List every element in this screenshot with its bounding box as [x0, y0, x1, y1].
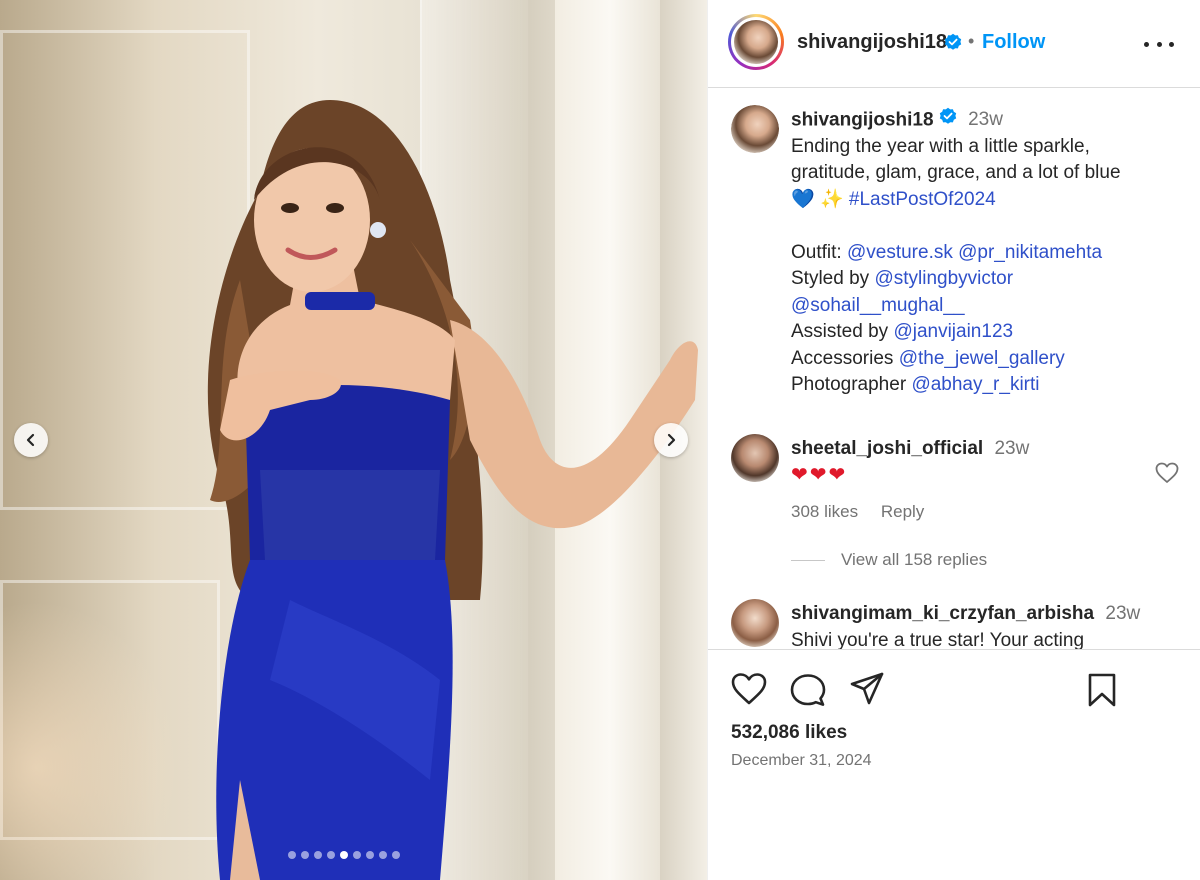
post-actions: 532,086 likes December 31, 2024 — [708, 649, 1200, 880]
carousel-dot — [327, 851, 335, 859]
comment-time: 23w — [994, 438, 1030, 459]
carousel-dot — [379, 851, 387, 859]
post-media[interactable] — [0, 0, 707, 880]
comment-like-heart-icon[interactable] — [1155, 462, 1179, 489]
caption-line: gratitude, glam, grace, and a lot of blu… — [791, 162, 1121, 184]
header-separator: • — [968, 31, 975, 51]
header-username[interactable]: shivangijoshi18 — [797, 31, 947, 54]
more-options-icon[interactable] — [1144, 32, 1174, 56]
caption: shivangijoshi18 23w Ending the year with… — [791, 107, 1171, 399]
carousel-dot — [366, 851, 374, 859]
verified-badge-icon — [944, 33, 962, 56]
assisted-label: Assisted by — [791, 321, 889, 343]
view-replies-label: View all 158 replies — [841, 550, 988, 569]
reply-button[interactable]: Reply — [881, 502, 924, 521]
comment-avatar[interactable] — [731, 434, 779, 482]
follow-button[interactable]: Follow — [982, 31, 1045, 54]
carousel-dot — [392, 851, 400, 859]
view-replies-button[interactable]: View all 158 replies — [791, 550, 987, 570]
sparkle-emoji: ✨ — [819, 188, 844, 210]
comment-username[interactable]: shivangimam_ki_crzyfan_arbisha — [791, 603, 1094, 624]
save-bookmark-icon[interactable] — [1086, 672, 1118, 713]
verified-badge-icon — [939, 107, 957, 134]
comment-username[interactable]: sheetal_joshi_official — [791, 438, 983, 459]
comment-likes[interactable]: 308 likes — [791, 502, 858, 521]
caption-avatar[interactable] — [731, 105, 779, 153]
avatar — [734, 20, 778, 64]
carousel-dot — [353, 851, 361, 859]
caption-time: 23w — [968, 109, 1003, 131]
mention-link[interactable]: @the_jewel_gallery — [899, 348, 1065, 369]
caption-username[interactable]: shivangijoshi18 — [791, 109, 934, 130]
like-heart-icon[interactable] — [731, 672, 767, 711]
likes-count[interactable]: 532,086 likes — [731, 722, 847, 744]
mention-link[interactable]: @sohail__mughal__ — [791, 295, 965, 316]
outfit-label: Outfit: — [791, 241, 842, 263]
photographer-label: Photographer — [791, 374, 907, 396]
divider — [791, 559, 825, 561]
mention-link[interactable]: @pr_nikitamehta — [958, 242, 1102, 263]
accessories-label: Accessories — [791, 347, 894, 369]
comment-avatar[interactable] — [731, 599, 779, 647]
comment-meta: 308 likes Reply — [791, 502, 924, 522]
comments-section[interactable]: shivangijoshi18 23w Ending the year with… — [708, 89, 1200, 649]
comment-time: 23w — [1105, 603, 1141, 624]
styled-label: Styled by — [791, 268, 870, 290]
carousel-dot — [314, 851, 322, 859]
mention-link[interactable]: @vesture.sk — [847, 242, 953, 263]
chevron-right-icon — [667, 433, 676, 447]
mention-link[interactable]: @stylingbyvictor — [874, 268, 1013, 289]
mention-link[interactable]: @abhay_r_kirti — [911, 374, 1039, 395]
post-date: December 31, 2024 — [731, 752, 872, 769]
header-avatar[interactable] — [728, 14, 784, 70]
comment-bubble-icon[interactable] — [790, 672, 826, 713]
comment-text: Shivi you're a true star! Your acting — [791, 629, 1085, 650]
carousel-indicator — [288, 851, 400, 859]
blue-heart-emoji: 💙 — [791, 188, 815, 210]
carousel-prev-button[interactable] — [14, 423, 48, 457]
comment-text: ❤❤❤ — [791, 464, 848, 486]
mention-link[interactable]: @janvijain123 — [893, 321, 1013, 342]
caption-line: Ending the year with a little sparkle, — [791, 135, 1090, 157]
carousel-dot — [301, 851, 309, 859]
model-photo — [207, 100, 698, 880]
carousel-next-button[interactable] — [654, 423, 688, 457]
post-sidebar: shivangijoshi18 • Follow shivangijoshi18… — [707, 0, 1200, 880]
avatar — [731, 105, 779, 153]
share-paper-plane-icon[interactable] — [849, 672, 885, 711]
carousel-dot-active — [340, 851, 348, 859]
hashtag-link[interactable]: #LastPostOf2024 — [849, 189, 996, 210]
carousel-dot — [288, 851, 296, 859]
chevron-left-icon — [26, 433, 35, 447]
post-header: shivangijoshi18 • Follow — [708, 0, 1200, 88]
